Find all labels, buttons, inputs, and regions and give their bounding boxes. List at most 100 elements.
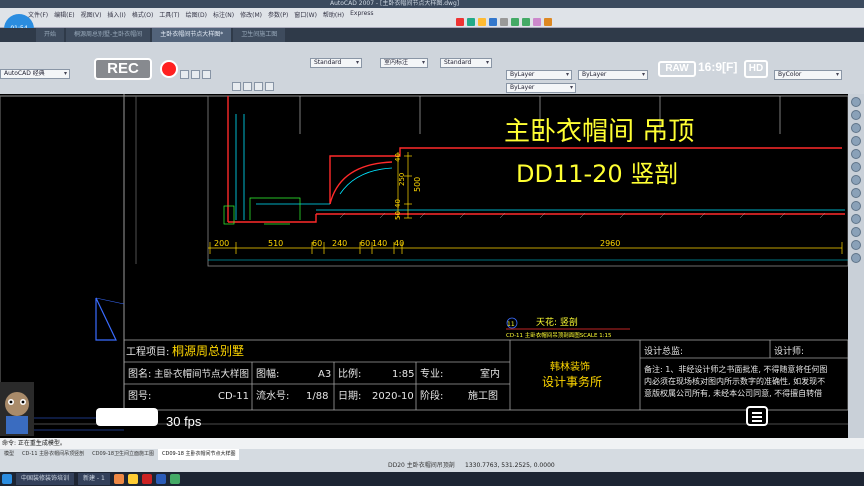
taskbar-item-2[interactable]: 新建 - 1	[78, 473, 110, 485]
lock-icon[interactable]	[254, 82, 263, 91]
globe-icon[interactable]	[467, 18, 475, 26]
lineweight-select[interactable]: ByLayer	[506, 83, 576, 93]
taskbar-item-1[interactable]: 中国装修装饰培训	[16, 473, 75, 485]
nav-icon-11[interactable]	[851, 227, 861, 237]
tab-layout-1[interactable]: CD-11 主卧衣帽间吊顶竖剖	[18, 449, 88, 460]
company-brand: 韩林装饰	[550, 360, 590, 373]
record-dot-icon[interactable]	[160, 60, 178, 78]
menu-file[interactable]: 文件(F)	[28, 10, 48, 19]
hd-label: HD	[744, 60, 768, 78]
ceiling-section	[227, 96, 845, 223]
menu-view[interactable]: 视图(V)	[81, 10, 102, 19]
nav-icon-9[interactable]	[851, 201, 861, 211]
menu-modify[interactable]: 修改(M)	[240, 10, 262, 19]
menu-param[interactable]: 参数(P)	[268, 10, 288, 19]
layout-tabs: 模型 CD-11 主卧衣帽间吊顶竖剖 CD09-18卫生间立面施工图 CD09-…	[0, 449, 864, 460]
tab-doc-3[interactable]: 卫生间施工图	[233, 28, 286, 42]
orbit-icon[interactable]	[851, 123, 861, 133]
tab-layout-2[interactable]: CD09-18卫生间立面施工图	[88, 449, 158, 460]
autocad-icon[interactable]	[141, 474, 152, 484]
save-icon[interactable]	[489, 18, 497, 26]
explorer-icon[interactable]	[127, 474, 138, 484]
cad-drawing: 40 250 500 40 50 200 510 60 240 60 140 4…	[0, 94, 848, 431]
triangle-marker	[95, 297, 117, 341]
print-icon[interactable]	[500, 18, 508, 26]
menu-help[interactable]: 帮助(H)	[323, 10, 344, 19]
menu-window[interactable]: 窗口(W)	[294, 10, 317, 19]
project-label: 工程项目:	[126, 346, 169, 358]
scale-value: 1:85	[392, 369, 414, 380]
dim-style-select[interactable]: 室内标注	[380, 58, 428, 68]
tab-doc-2[interactable]: 主卧衣帽间节点大样图*	[152, 28, 232, 42]
zoom-extents-icon[interactable]	[851, 136, 861, 146]
nav-icon-12[interactable]	[851, 240, 861, 250]
size-value: A3	[318, 369, 331, 380]
word-icon[interactable]	[155, 474, 166, 484]
nav-icon-8[interactable]	[851, 188, 861, 198]
menu-express[interactable]: Express	[350, 10, 373, 19]
document-tabs: 开始 桐源周总别墅-主卧衣帽间 主卧衣帽间节点大样图* 卫生间施工图	[0, 28, 864, 42]
tab-model[interactable]: 模型	[0, 449, 18, 460]
date-value: 2020-10	[372, 391, 414, 402]
flag-icon[interactable]	[456, 18, 464, 26]
tab-layout-3[interactable]: CD09-18 主卧衣帽间节点大样图	[158, 449, 240, 460]
tab-doc-1[interactable]: 桐源周总别墅-主卧衣帽间	[66, 28, 151, 42]
freeze-icon[interactable]	[243, 82, 252, 91]
start-icon[interactable]	[2, 474, 12, 484]
horizontal-dimension	[208, 242, 843, 254]
status-bar: DD20 主卧衣帽间吊顶剖 1330.7763, 531.2525, 0.000…	[0, 460, 864, 472]
table-style-select[interactable]: Standard	[440, 58, 492, 68]
name-label: 图名:	[128, 367, 151, 380]
zoom-icon[interactable]	[851, 110, 861, 120]
menu-insert[interactable]: 插入(I)	[107, 10, 125, 19]
pan-icon[interactable]	[851, 97, 861, 107]
command-line[interactable]: 命令: 正在重生成模型。	[0, 438, 864, 449]
plot-style-select[interactable]: ByColor	[774, 70, 842, 80]
text-style-select[interactable]: Standard	[310, 58, 362, 68]
window-titlebar: AutoCAD 2007 - [主卧衣帽间节点大样图.dwg]	[0, 0, 864, 8]
nav-icon-7[interactable]	[851, 175, 861, 185]
vdim-50: 50	[394, 211, 402, 220]
showmotion-icon[interactable]	[851, 149, 861, 159]
menu-draw[interactable]: 绘图(D)	[186, 10, 207, 19]
menu-edit[interactable]: 编辑(E)	[54, 10, 74, 19]
linetype-select[interactable]: ByLayer	[578, 70, 648, 80]
color-select[interactable]: ByLayer	[506, 70, 572, 80]
list-menu-icon[interactable]	[746, 406, 768, 426]
fps-indicator-pill	[96, 408, 158, 426]
browser-icon[interactable]	[113, 474, 124, 484]
callout-caption: CD-11 主卧衣帽间吊顶剖面图SCALE 1:15	[506, 331, 612, 339]
workspace-select[interactable]: AutoCAD 经典	[0, 69, 70, 79]
layer-prev-icon[interactable]	[265, 82, 274, 91]
steering-wheel-icon[interactable]	[851, 162, 861, 172]
copy-icon[interactable]	[191, 70, 200, 79]
match-icon[interactable]	[544, 18, 552, 26]
redo-icon[interactable]	[522, 18, 530, 26]
rotate-icon[interactable]	[202, 70, 211, 79]
webcam-mascot	[0, 382, 34, 436]
drawing-canvas[interactable]: 40 250 500 40 50 200 510 60 240 60 140 4…	[0, 94, 848, 438]
dim-240: 240	[332, 239, 347, 248]
tab-start[interactable]: 开始	[36, 28, 65, 42]
undo-icon[interactable]	[511, 18, 519, 26]
notes-line-2: 内必须在现场核对图内所示数字的准确性, 如发现不	[644, 376, 825, 386]
nav-icon-13[interactable]	[851, 253, 861, 263]
menu-bar: 文件(F) 编辑(E) 视图(V) 插入(I) 格式(O) 工具(T) 绘图(D…	[0, 8, 864, 28]
folder-icon[interactable]	[478, 18, 486, 26]
dim-40: 40	[394, 239, 404, 248]
toolbar-icons-a	[180, 70, 211, 79]
right-navigation-bar	[848, 94, 864, 438]
rec-label[interactable]: REC	[94, 58, 152, 80]
menu-dimension[interactable]: 标注(N)	[213, 10, 234, 19]
nav-icon-10[interactable]	[851, 214, 861, 224]
app-icon[interactable]	[169, 474, 180, 484]
stage-label: 阶段:	[420, 389, 443, 402]
vdim-500: 500	[413, 177, 422, 192]
major-label: 专业:	[420, 367, 443, 380]
notes-line-1: 备注: 1、非经设计师之书面批准, 不得随意将任何图	[644, 364, 827, 374]
menu-tools[interactable]: 工具(T)	[159, 10, 179, 19]
layer-on-icon[interactable]	[232, 82, 241, 91]
menu-format[interactable]: 格式(O)	[132, 10, 153, 19]
move-icon[interactable]	[180, 70, 189, 79]
layer-icon[interactable]	[533, 18, 541, 26]
